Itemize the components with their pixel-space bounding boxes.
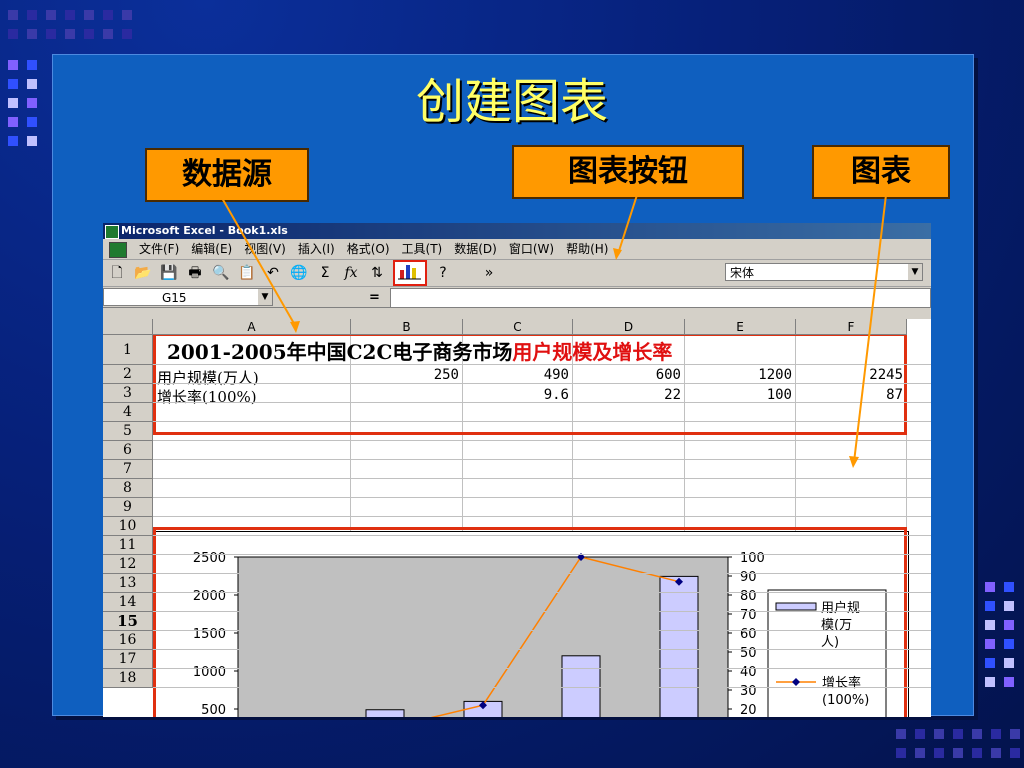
decorative-square [953, 748, 963, 758]
decorative-square [84, 29, 94, 39]
arrow-chart-button [617, 194, 638, 255]
decorative-square [65, 29, 75, 39]
decorative-square [915, 729, 925, 739]
decorative-square [27, 29, 37, 39]
decorative-square [8, 29, 18, 39]
decorative-square [27, 60, 37, 70]
arrowhead-data-source [290, 321, 300, 333]
decorative-square [1004, 677, 1014, 687]
arrowhead-chart-button [613, 248, 622, 260]
decorative-square [985, 620, 995, 630]
decorative-square [934, 729, 944, 739]
decorative-square [934, 748, 944, 758]
arrowhead-chart [849, 456, 859, 468]
decorative-square [27, 10, 37, 20]
decorative-square [972, 729, 982, 739]
decorative-square [84, 10, 94, 20]
callout-arrows [221, 194, 887, 468]
decorative-square [8, 98, 18, 108]
decorative-square [27, 98, 37, 108]
decorative-square [103, 29, 113, 39]
decorative-square [1004, 582, 1014, 592]
decorative-square [991, 748, 1001, 758]
decorative-square [27, 136, 37, 146]
decorative-square [8, 136, 18, 146]
decorative-square [27, 79, 37, 89]
decorative-square [8, 60, 18, 70]
decorative-square [1004, 620, 1014, 630]
decorative-square [65, 10, 75, 20]
decorative-square [991, 729, 1001, 739]
decorative-square [896, 729, 906, 739]
decorative-square [122, 10, 132, 20]
decorative-square [1010, 748, 1020, 758]
decorative-square [46, 29, 56, 39]
decorative-square [985, 582, 995, 592]
decorative-square [1010, 729, 1020, 739]
decorative-square [953, 729, 963, 739]
decorative-square [1004, 639, 1014, 649]
decorative-square [103, 10, 113, 20]
decorative-square [1004, 658, 1014, 668]
decorative-square [8, 79, 18, 89]
decorative-square [8, 117, 18, 127]
decorative-square [972, 748, 982, 758]
decorative-square [985, 601, 995, 611]
decorative-square [27, 117, 37, 127]
decorative-square [122, 29, 132, 39]
decorative-square [1004, 601, 1014, 611]
decorative-square [985, 639, 995, 649]
decorative-square [985, 658, 995, 668]
decorative-square [46, 10, 56, 20]
arrow-chart [853, 194, 887, 463]
arrow-data-source [221, 197, 297, 328]
decorative-square [985, 677, 995, 687]
decorative-square [915, 748, 925, 758]
decorative-square [8, 10, 18, 20]
decorative-square [896, 748, 906, 758]
